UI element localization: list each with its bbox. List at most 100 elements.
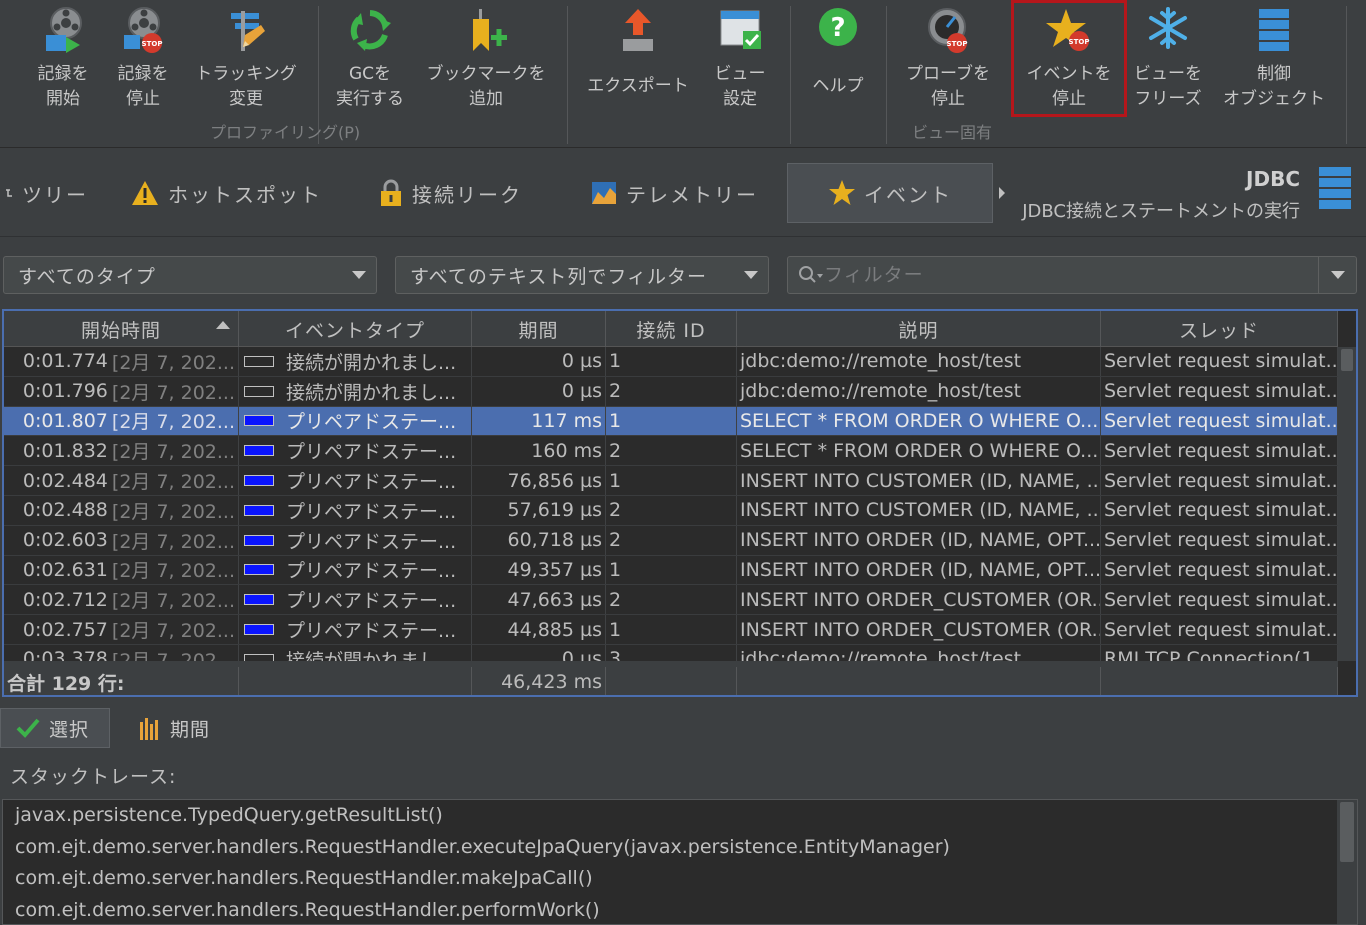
tab-tree[interactable]: ツリー bbox=[4, 163, 114, 223]
bookmark-add-icon bbox=[462, 4, 510, 56]
footer-cell bbox=[737, 667, 1101, 695]
table-row[interactable]: 0:01.832 [2月 7, 202... プリペアドステー... 160 ms 2 S… bbox=[4, 436, 1338, 467]
start-time-cell: 0:02.484 [2月 7, 202... bbox=[4, 466, 239, 495]
description-cell: SELECT * FROM ORDER O WHERE O.... bbox=[737, 436, 1101, 466]
stack-trace-label: スタックトレース: bbox=[10, 766, 177, 788]
tracking-icon bbox=[222, 4, 270, 56]
control-objects-icon bbox=[1250, 4, 1298, 56]
events-table: 開始時間 イベントタイプ 期間 接続 ID 説明 スレッド 0:01.774 [2… bbox=[2, 309, 1358, 697]
table-footer: 合計 129 行: 46,423 ms bbox=[4, 667, 1338, 695]
tab-selection[interactable]: 選択 bbox=[0, 708, 110, 748]
event-type-cell: プリペアドステー... bbox=[239, 436, 472, 466]
stack-trace-scrollbar[interactable] bbox=[1337, 800, 1357, 924]
table-row[interactable]: 0:02.712 [2月 7, 202... プリペアドステー... 47,663 µ… bbox=[4, 585, 1338, 616]
event-type-cell: プリペアドステー... bbox=[239, 406, 472, 436]
connection-id-cell: 2 bbox=[606, 376, 737, 406]
event-type: プリペアドステー... bbox=[286, 500, 457, 523]
event-type: プリペアドステー... bbox=[286, 530, 457, 553]
table-row[interactable]: 0:01.796 [2月 7, 202... 接続が開かれまし... 0 µs 2 jdb… bbox=[4, 376, 1338, 407]
event-type-cell: プリペアドステー... bbox=[239, 555, 472, 585]
start-time: 0:01.774 bbox=[22, 350, 108, 373]
tab-hotspots[interactable]: ホットスポット bbox=[130, 163, 340, 223]
warning-icon bbox=[130, 179, 160, 207]
event-type: 接続が開かれまし... bbox=[286, 351, 457, 374]
tab-connection-leaks[interactable]: 接続リーク bbox=[378, 163, 548, 223]
freeze-view-button[interactable]: ビューを フリーズ bbox=[1128, 4, 1208, 116]
stop-probe-button[interactable]: STOP プローブを 停止 bbox=[896, 4, 1000, 116]
column-header-event-type[interactable]: イベントタイプ bbox=[239, 311, 472, 347]
table-row[interactable]: 0:03.378 [2月 7, 202... 接続が開かれまし... 0 µs 3 jdb… bbox=[4, 644, 1338, 661]
event-type-cell: 接続が開かれまし... bbox=[239, 644, 472, 661]
tab-duration[interactable]: 期間 bbox=[124, 708, 224, 748]
event-type-combo[interactable]: すべてのタイプ bbox=[3, 256, 377, 294]
toolbar-separator bbox=[790, 6, 791, 144]
start-date: [2月 7, 202... bbox=[111, 560, 235, 583]
tab-telemetry[interactable]: テレメトリー bbox=[590, 163, 780, 223]
start-time: 0:02.603 bbox=[22, 529, 108, 552]
event-type: 接続が開かれまし... bbox=[286, 381, 457, 404]
connection-id-cell: 1 bbox=[606, 555, 737, 585]
event-type: プリペアドステー... bbox=[286, 590, 457, 613]
profiling-group-label: プロファイリング(P) bbox=[210, 123, 361, 142]
event-type: 接続が開かれまし... bbox=[286, 649, 457, 661]
event-type-cell: プリペアドステー... bbox=[239, 615, 472, 644]
column-header-connection-id[interactable]: 接続 ID bbox=[606, 311, 737, 347]
column-header-start-time[interactable]: 開始時間 bbox=[4, 311, 239, 347]
table-row[interactable]: 0:01.774 [2月 7, 202... 接続が開かれまし... 0 µs 1 jdb… bbox=[4, 347, 1338, 377]
add-bookmark-button[interactable]: ブックマークを 追加 bbox=[420, 4, 552, 116]
stack-frame[interactable]: com.ejt.demo.server.handlers.RequestHand… bbox=[3, 832, 1357, 864]
text-column-filter-combo[interactable]: すべてのテキスト列でフィルター bbox=[395, 256, 769, 294]
table-row[interactable]: 0:02.631 [2月 7, 202... プリペアドステー... 49,357 µ… bbox=[4, 555, 1338, 586]
tab-scroll-right-icon[interactable] bbox=[999, 187, 1005, 199]
start-time: 0:01.807 bbox=[22, 409, 108, 432]
start-recording-button[interactable]: 記録を 開始 bbox=[28, 4, 98, 116]
lock-icon bbox=[378, 179, 404, 207]
duration-cell: 117 ms bbox=[472, 406, 606, 436]
event-type-cell: 接続が開かれまし... bbox=[239, 376, 472, 406]
table-vertical-scrollbar[interactable] bbox=[1338, 347, 1356, 661]
filter-history-dropdown[interactable] bbox=[1318, 257, 1356, 293]
stack-frame[interactable]: com.ejt.demo.server.handlers.RequestHand… bbox=[3, 863, 1357, 895]
view-settings-button[interactable]: ビュー 設定 bbox=[704, 4, 776, 116]
duration-cell: 160 ms bbox=[472, 436, 606, 466]
column-header-duration[interactable]: 期間 bbox=[472, 311, 606, 347]
tab-events[interactable]: イベント bbox=[787, 163, 993, 223]
start-time-cell: 0:01.796 [2月 7, 202... bbox=[4, 376, 239, 406]
scrollbar-thumb[interactable] bbox=[1340, 802, 1354, 862]
table-row[interactable]: 0:02.484 [2月 7, 202... プリペアドステー... 76,856 µ… bbox=[4, 466, 1338, 496]
main-toolbar: 記録を 開始 STOP 記録を 停止 トラッキング 変更 GCを 実行する ブッ… bbox=[0, 0, 1366, 148]
prepared-statement-marker-icon bbox=[244, 415, 274, 427]
thread-cell: RMI TCP Connection(1... bbox=[1101, 644, 1338, 661]
start-time-cell: 0:02.631 [2月 7, 202... bbox=[4, 555, 239, 585]
search-icon[interactable] bbox=[798, 265, 824, 291]
connection-id-cell: 1 bbox=[606, 406, 737, 436]
event-type: プリペアドステー... bbox=[286, 560, 457, 583]
export-icon bbox=[614, 4, 662, 56]
stack-frame[interactable]: javax.persistence.TypedQuery.getResultLi… bbox=[3, 800, 1357, 832]
tracking-change-button[interactable]: トラッキング 変更 bbox=[188, 4, 304, 116]
filter-input[interactable] bbox=[824, 261, 1304, 289]
control-objects-button[interactable]: 制御 オブジェクト bbox=[1214, 4, 1334, 116]
column-header-description[interactable]: 説明 bbox=[737, 311, 1101, 347]
connection-id-cell: 1 bbox=[606, 466, 737, 495]
column-header-thread[interactable]: スレッド bbox=[1101, 311, 1338, 347]
start-date: [2月 7, 202... bbox=[111, 381, 235, 404]
scrollbar-thumb[interactable] bbox=[1341, 349, 1353, 371]
table-row[interactable]: 0:02.603 [2月 7, 202... プリペアドステー... 60,718 µ… bbox=[4, 525, 1338, 556]
footer-cell bbox=[239, 667, 472, 695]
gc-icon bbox=[346, 4, 394, 56]
run-gc-button[interactable]: GCを 実行する bbox=[330, 4, 410, 116]
stop-recording-button[interactable]: STOP 記録を 停止 bbox=[108, 4, 178, 116]
duration-cell: 47,663 µs bbox=[472, 585, 606, 615]
description-cell: INSERT INTO ORDER (ID, NAME, OPT... bbox=[737, 555, 1101, 585]
prepared-statement-marker-icon bbox=[244, 475, 274, 487]
table-row[interactable]: 0:01.807 [2月 7, 202... プリペアドステー... 117 ms 1 S… bbox=[4, 406, 1338, 437]
table-row[interactable]: 0:02.757 [2月 7, 202... プリペアドステー... 44,885 µ… bbox=[4, 615, 1338, 645]
svg-text:?: ? bbox=[830, 13, 845, 43]
thread-cell: Servlet request simulat... bbox=[1101, 525, 1338, 555]
help-button[interactable]: ? ヘルプ bbox=[800, 4, 876, 116]
export-button[interactable]: エクスポート bbox=[580, 4, 696, 116]
start-date: [2月 7, 202... bbox=[111, 530, 235, 553]
stack-frame[interactable]: com.ejt.demo.server.handlers.RequestHand… bbox=[3, 895, 1357, 925]
table-row[interactable]: 0:02.488 [2月 7, 202... プリペアドステー... 57,619 µ… bbox=[4, 495, 1338, 526]
